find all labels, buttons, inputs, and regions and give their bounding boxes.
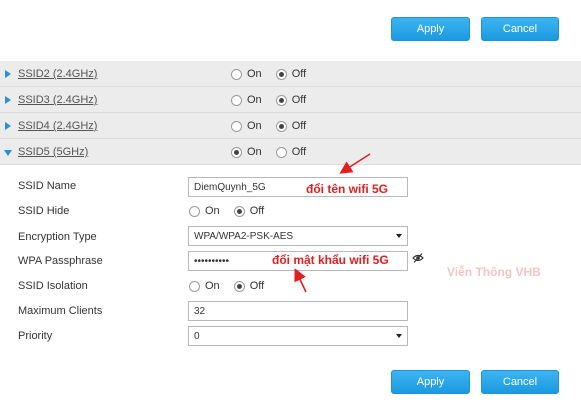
ssid4-on-label: On	[247, 120, 262, 132]
ssid4-off-radio[interactable]	[275, 120, 287, 132]
ssid2-off-label: Off	[291, 68, 307, 80]
ssid2-on-radio[interactable]	[231, 68, 242, 80]
ssid-row-ssid2: SSID2 (2.4GHz) On Off	[0, 61, 581, 87]
cancel-button[interactable]: Cancel	[481, 17, 559, 41]
ssid3-on-label: On	[247, 94, 262, 106]
ssid5-toggle: On Off	[231, 145, 320, 159]
isolation-on-label: On	[205, 280, 220, 292]
ssid-row-ssid3: SSID3 (2.4GHz) On Off	[0, 87, 581, 113]
watermark: Viễn Thông VHB	[447, 265, 541, 279]
ssid5-off-label: Off	[291, 146, 307, 158]
ssid-hide-on-label: On	[205, 205, 220, 217]
ssid3-on-radio[interactable]	[231, 94, 242, 106]
ssid-link-ssid2[interactable]: SSID2 (2.4GHz)	[18, 68, 97, 80]
password-annotation: đổi mật khẩu wifi 5G	[272, 253, 389, 267]
ssid-link-ssid4[interactable]: SSID4 (2.4GHz)	[18, 120, 97, 132]
show-password-eye-icon[interactable]	[412, 252, 424, 264]
expand-arrow-icon[interactable]	[5, 96, 11, 104]
dropdown-caret-icon	[396, 334, 402, 338]
ssid5-on-label: On	[247, 146, 262, 158]
ssid4-toggle: On Off	[231, 119, 320, 133]
ssid5-off-radio[interactable]	[275, 146, 287, 158]
ssid-link-ssid5[interactable]: SSID5 (5GHz)	[18, 146, 88, 158]
priority-select[interactable]: 0	[188, 326, 408, 346]
encryption-type-select[interactable]: WPA/WPA2-PSK-AES	[188, 226, 408, 246]
ssid2-off-radio[interactable]	[275, 68, 287, 80]
ssid-hide-label: SSID Hide	[18, 205, 70, 217]
encryption-type-label: Encryption Type	[18, 231, 97, 243]
priority-value: 0	[194, 330, 200, 342]
ssid2-on-label: On	[247, 68, 262, 80]
rename-annotation: đổi tên wifi 5G	[306, 182, 389, 196]
ssid3-off-label: Off	[291, 94, 307, 106]
ssid5-on-radio[interactable]	[231, 146, 242, 158]
ssid-row-ssid5: SSID5 (5GHz) On Off	[0, 139, 581, 165]
ssid-hide-off-radio[interactable]	[233, 205, 245, 217]
ssid-name-label: SSID Name	[18, 180, 77, 192]
wpa-passphrase-label: WPA Passphrase	[18, 255, 103, 267]
ssid-hide-toggle: On Off	[189, 204, 278, 218]
priority-label: Priority	[18, 330, 53, 342]
expand-arrow-icon[interactable]	[5, 70, 11, 78]
ssid-link-ssid3[interactable]: SSID3 (2.4GHz)	[18, 94, 97, 106]
isolation-off-radio[interactable]	[233, 280, 245, 292]
password-arrow	[294, 268, 307, 293]
ssid4-off-label: Off	[291, 120, 307, 132]
isolation-on-radio[interactable]	[189, 280, 200, 292]
isolation-off-label: Off	[249, 280, 265, 292]
ssid2-toggle: On Off	[231, 67, 320, 81]
ssid3-off-radio[interactable]	[275, 94, 287, 106]
ssid3-toggle: On Off	[231, 93, 320, 107]
cancel-button-bottom[interactable]: Cancel	[481, 370, 559, 394]
ssid-hide-on-radio[interactable]	[189, 205, 200, 217]
collapse-arrow-icon[interactable]	[4, 150, 12, 156]
expand-arrow-icon[interactable]	[5, 122, 11, 130]
ssid-isolation-toggle: On Off	[189, 279, 278, 293]
maximum-clients-input[interactable]: 32	[188, 301, 408, 321]
apply-button[interactable]: Apply	[391, 17, 470, 41]
ssid4-on-radio[interactable]	[231, 120, 242, 132]
apply-button-bottom[interactable]: Apply	[391, 370, 470, 394]
ssid-isolation-label: SSID Isolation	[18, 280, 88, 292]
dropdown-caret-icon	[396, 234, 402, 238]
maximum-clients-label: Maximum Clients	[18, 305, 103, 317]
ssid-hide-off-label: Off	[249, 205, 265, 217]
encryption-type-value: WPA/WPA2-PSK-AES	[194, 230, 294, 242]
ssid-row-ssid4: SSID4 (2.4GHz) On Off	[0, 113, 581, 139]
